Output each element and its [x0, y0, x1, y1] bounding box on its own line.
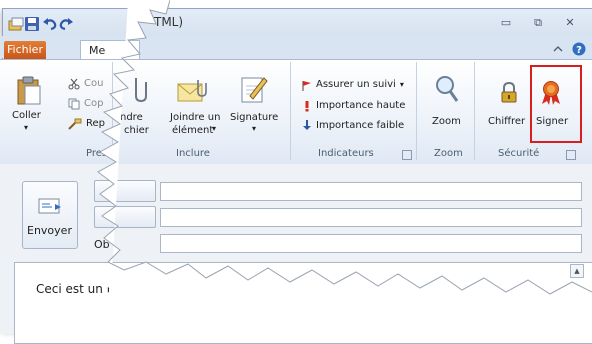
torn-paper-overlay [0, 0, 592, 312]
